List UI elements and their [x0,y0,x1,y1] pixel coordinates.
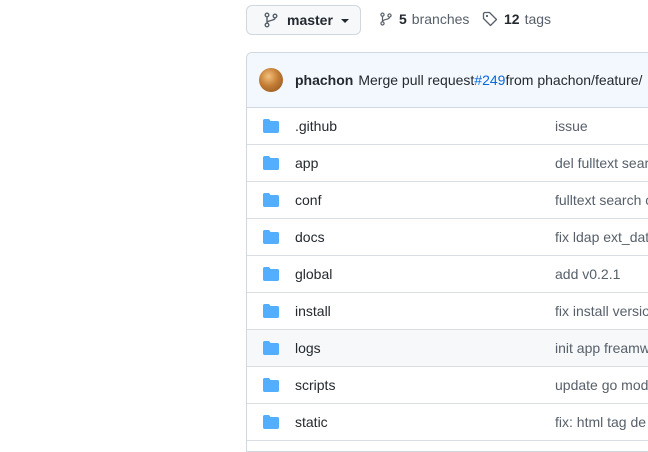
folder-icon [263,156,279,170]
folder-icon [263,193,279,207]
file-browser: phachon Merge pull request #249 from pha… [246,52,648,452]
tags-link[interactable]: 12 tags [482,11,551,27]
branches-label: branches [411,11,470,27]
commit-message-suffix[interactable]: from phachon/feature/ [505,72,642,88]
branch-name: master [287,12,333,28]
file-name[interactable]: app [295,155,318,171]
folder-icon [263,304,279,318]
author-avatar[interactable] [259,68,283,92]
file-row[interactable]: logs init app freamw [247,330,648,367]
branch-select-button[interactable]: master [246,5,361,35]
commit-message-prefix[interactable]: Merge pull request [358,72,474,88]
tags-label: tags [524,11,552,27]
file-name[interactable]: scripts [295,377,335,393]
git-branch-icon [264,12,278,28]
file-row[interactable]: docs fix ldap ext_dat [247,219,648,256]
file-commit-message[interactable]: issue [555,118,588,134]
folder-icon [263,119,279,133]
pull-request-link[interactable]: #249 [474,72,505,88]
commit-author[interactable]: phachon [295,72,353,88]
file-row[interactable]: conf fulltext search c [247,182,648,219]
file-row[interactable]: global add v0.2.1 [247,256,648,293]
file-name[interactable]: logs [295,340,321,356]
tag-icon [482,11,498,27]
file-commit-message[interactable]: fix install versio [555,303,648,319]
folder-icon [263,230,279,244]
file-commit-message[interactable]: update go mod [555,377,648,393]
tags-count: 12 [504,11,520,27]
file-row[interactable]: scripts update go mod [247,367,648,404]
file-row[interactable]: .github issue [247,108,648,145]
file-row[interactable]: app del fulltext sear [247,145,648,182]
branches-link[interactable]: 5 branches [379,11,469,27]
caret-down-icon [340,19,349,23]
file-commit-message[interactable]: del fulltext sear [555,155,648,171]
folder-icon [263,341,279,355]
file-commit-message[interactable]: fix: html tag de [555,414,646,430]
git-branch-icon [380,12,392,26]
branches-count: 5 [399,11,407,27]
file-commit-message[interactable]: fix ldap ext_dat [555,229,648,245]
file-name[interactable]: global [295,266,332,282]
file-name[interactable]: .github [295,118,337,134]
file-name[interactable]: conf [295,192,321,208]
file-commit-message[interactable]: add v0.2.1 [555,266,620,282]
file-name[interactable]: install [295,303,331,319]
folder-icon [263,415,279,429]
folder-icon [263,378,279,392]
latest-commit-bar: phachon Merge pull request #249 from pha… [247,53,648,108]
file-commit-message[interactable]: fulltext search c [555,192,648,208]
file-name[interactable]: static [295,414,328,430]
file-name[interactable]: docs [295,229,325,245]
file-row[interactable]: static fix: html tag de [247,404,648,441]
file-commit-message[interactable]: init app freamw [555,340,648,356]
folder-icon [263,267,279,281]
file-row[interactable]: install fix install versio [247,293,648,330]
